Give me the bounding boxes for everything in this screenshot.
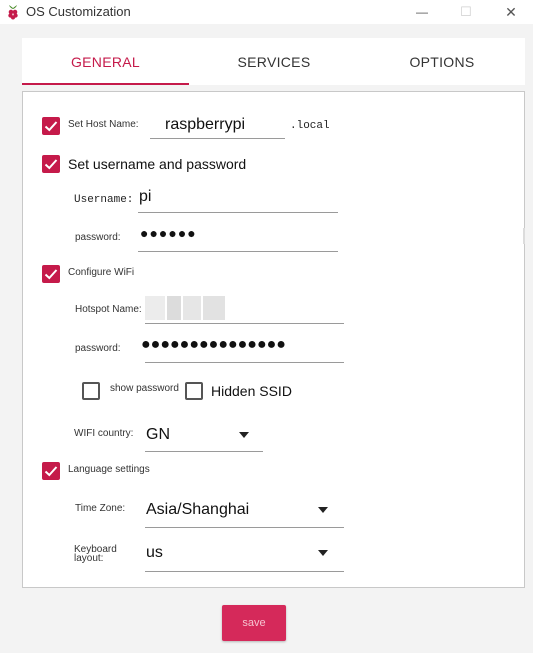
wifi-country-label: WIFI country: <box>74 428 134 439</box>
tab-options[interactable]: OPTIONS <box>359 38 525 85</box>
hidden-ssid-label: Hidden SSID <box>211 383 292 399</box>
user-label: Set username and password <box>68 156 247 172</box>
ssid-label: Hotspot Name: <box>75 304 142 315</box>
tab-general[interactable]: GENERAL <box>22 38 189 85</box>
username-input[interactable]: pi <box>139 188 151 206</box>
chevron-down-icon <box>318 550 328 556</box>
username-label: Username: <box>74 194 134 206</box>
maximize-icon: ☐ <box>460 4 472 19</box>
minimize-icon: — <box>416 5 428 19</box>
scrollbar-handle[interactable] <box>523 228 525 244</box>
redaction-block <box>145 296 165 320</box>
timezone-underline <box>145 527 344 528</box>
timezone-label: Time Zone: <box>75 503 126 514</box>
keyboard-label: Keyboard layout: <box>74 544 117 564</box>
wifi-country-underline <box>145 451 263 452</box>
minimize-button[interactable]: — <box>400 0 444 24</box>
locale-checkbox[interactable] <box>42 462 60 480</box>
timezone-value: Asia/Shanghai <box>146 501 250 518</box>
ssid-underline <box>145 323 344 324</box>
save-button[interactable]: save <box>222 605 286 641</box>
keyboard-underline <box>145 571 344 572</box>
wifi-country-select[interactable]: GN <box>145 423 263 453</box>
chevron-down-icon <box>239 432 249 438</box>
wifi-country-value: GN <box>146 426 170 443</box>
redaction-block <box>203 296 225 320</box>
close-button[interactable]: ✕ <box>489 0 533 24</box>
raspberry-pi-logo-icon <box>8 5 18 20</box>
wifi-checkbox[interactable] <box>42 265 60 283</box>
wifi-label: Configure WiFi <box>68 267 135 278</box>
active-tab-indicator <box>22 83 189 85</box>
username-underline <box>138 212 338 213</box>
checkmark-icon <box>44 121 58 132</box>
show-password-label: show password <box>110 383 179 394</box>
user-password-underline <box>138 251 338 252</box>
tab-bar: GENERAL SERVICES OPTIONS <box>22 38 525 85</box>
show-password-checkbox[interactable] <box>82 382 100 400</box>
title-bar: OS Customization — ☐ ✕ <box>0 0 533 24</box>
close-icon: ✕ <box>505 3 517 20</box>
maximize-button[interactable]: ☐ <box>444 0 488 24</box>
chevron-down-icon <box>318 507 328 513</box>
user-password-label: password: <box>75 232 121 243</box>
wifi-password-input[interactable]: ●●●●●●●●●●●●●●● <box>141 336 286 354</box>
wifi-password-underline <box>145 362 344 363</box>
checkmark-icon <box>44 159 58 170</box>
user-password-input[interactable]: ●●●●●● <box>140 225 197 241</box>
tab-services[interactable]: SERVICES <box>189 38 359 85</box>
redaction-block <box>167 296 181 320</box>
hidden-ssid-checkbox[interactable] <box>185 382 203 400</box>
hostname-checkbox[interactable] <box>42 117 60 135</box>
user-checkbox[interactable] <box>42 155 60 173</box>
ssid-input[interactable] <box>145 296 225 320</box>
hostname-label: Set Host Name: <box>68 119 139 130</box>
timezone-select[interactable]: Asia/Shanghai <box>145 498 344 528</box>
wifi-password-label: password: <box>75 343 121 354</box>
locale-label: Language settings <box>68 464 150 475</box>
hostname-input[interactable]: raspberrypi <box>165 116 245 134</box>
window-title: OS Customization <box>26 4 131 19</box>
hostname-suffix: .local <box>290 120 330 132</box>
hostname-underline <box>150 138 285 139</box>
checkmark-icon <box>44 269 58 280</box>
checkmark-icon <box>44 466 58 477</box>
keyboard-select[interactable]: us <box>145 541 344 572</box>
redaction-block <box>183 296 201 320</box>
keyboard-value: us <box>146 544 163 561</box>
